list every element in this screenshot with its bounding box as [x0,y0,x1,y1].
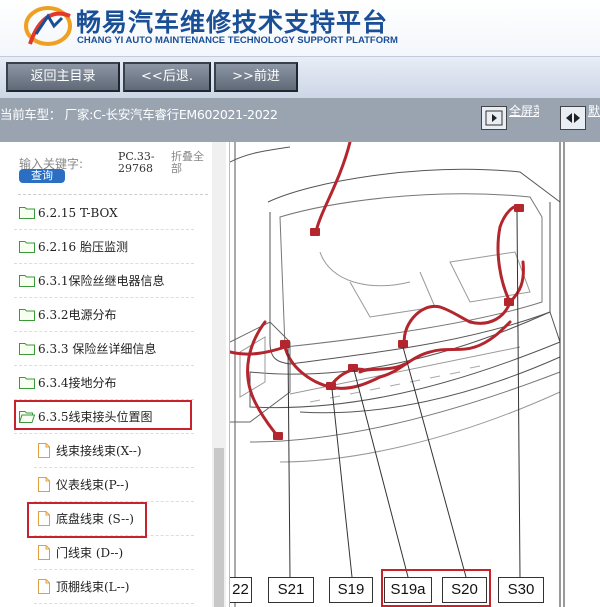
sidebar-tree: 输入关键字: 查询 PC.33-29768 折叠全部 6.2.15 T-BOX … [0,142,230,607]
tree-item-6-3-4[interactable]: 6.3.4接地分布 [14,366,194,400]
connector-label: S19a [384,577,432,603]
info-bar: 当前车型： 厂家:C-长安汽车睿行EM602021-2022 全屏菜单 默认 [0,98,600,142]
vehicle-rear-illustration [230,142,565,607]
tree-item-label: 6.2.15 T-BOX [38,205,118,220]
folder-open-icon [19,411,35,423]
pc-code: PC.33-29768 [118,150,155,175]
tree-child-label: 仪表线束(P--) [56,478,129,492]
forward-button[interactable]: >>前进 [214,62,298,92]
app-title: 畅易汽车维修技术支持平台 [76,8,389,37]
expand-button[interactable] [560,106,586,130]
tree-child-label: 线束接线束(X--) [56,444,142,458]
logo-icon [24,6,72,46]
home-button[interactable]: 返回主目录 [6,62,120,92]
tree-child-p[interactable]: 仪表线束(P--) [34,468,194,502]
tree-item-label: 6.3.5线束接头位置图 [38,410,153,424]
document-icon [38,545,50,560]
collapse-all-link[interactable]: 折叠全部 [171,151,213,175]
document-icon [38,511,50,526]
nav-bar: 返回主目录 <<后退. >>前进 [0,56,600,98]
connector-label: S19 [329,577,373,603]
tree-child-label: 顶棚线束(L--) [56,580,130,594]
scrollbar-thumb[interactable] [214,448,224,607]
app-header: 畅易汽车维修技术支持平台 CHANG YI AUTO MAINTENANCE T… [0,0,600,56]
fullscreen-icon [485,110,503,126]
back-button[interactable]: <<后退. [123,62,211,92]
tree-item-6-3-1[interactable]: 6.3.1保险丝继电器信息 [14,264,194,298]
folder-icon [19,309,35,321]
tree-child-l[interactable]: 顶棚线束(L--) [34,570,194,604]
harness-diagram: 22 S21 S19 S19a S20 S30 [230,142,600,607]
tree-item-label: 6.3.4接地分布 [38,376,117,390]
tree-item-label: 6.3.3 保险丝详细信息 [38,342,157,356]
connector-label: S30 [498,577,544,603]
tree-item-6-2-15[interactable]: 6.2.15 T-BOX [14,196,194,230]
connector-label: S21 [268,577,314,603]
folder-icon [19,377,35,389]
tree-child-x[interactable]: 线束接线束(X--) [34,434,194,468]
connector-label: 22 [230,577,252,603]
tree-child-label: 底盘线束 (S--) [56,512,134,526]
folder-icon [19,241,35,253]
expand-label[interactable]: 默认 [588,104,600,118]
expand-icon [566,113,580,123]
document-icon [38,443,50,458]
folder-icon [19,207,35,219]
tree-item-label: 6.3.1保险丝继电器信息 [38,274,165,288]
connector-label: S20 [442,577,487,603]
tree-item-6-3-5[interactable]: 6.3.5线束接头位置图 [14,400,194,434]
tree-child-s[interactable]: 底盘线束 (S--) [34,502,194,536]
tree-item-6-2-16[interactable]: 6.2.16 胎压监测 [14,230,194,264]
document-icon [38,579,50,594]
divider [18,194,208,195]
sidebar-scrollbar[interactable] [212,142,226,607]
tree-item-label: 6.2.16 胎压监测 [38,240,128,254]
fullscreen-button[interactable] [481,106,507,130]
tree-item-6-3-2[interactable]: 6.3.2电源分布 [14,298,194,332]
tree-item-label: 6.3.2电源分布 [38,308,117,322]
folder-icon [19,343,35,355]
tree-child-d[interactable]: 门线束 (D--) [34,536,194,570]
document-icon [38,477,50,492]
search-row: 输入关键字: 查询 PC.33-29768 折叠全部 [0,142,212,194]
app-subtitle: CHANG YI AUTO MAINTENANCE TECHNOLOGY SUP… [77,35,398,46]
tree-item-6-3-3[interactable]: 6.3.3 保险丝详细信息 [14,332,194,366]
tree-child-label: 门线束 (D--) [56,546,124,560]
fullscreen-label[interactable]: 全屏菜单 [509,104,539,118]
current-vehicle: 当前车型： 厂家:C-长安汽车睿行EM602021-2022 [0,107,278,122]
folder-icon [19,275,35,287]
search-button[interactable]: 查询 [19,169,65,183]
